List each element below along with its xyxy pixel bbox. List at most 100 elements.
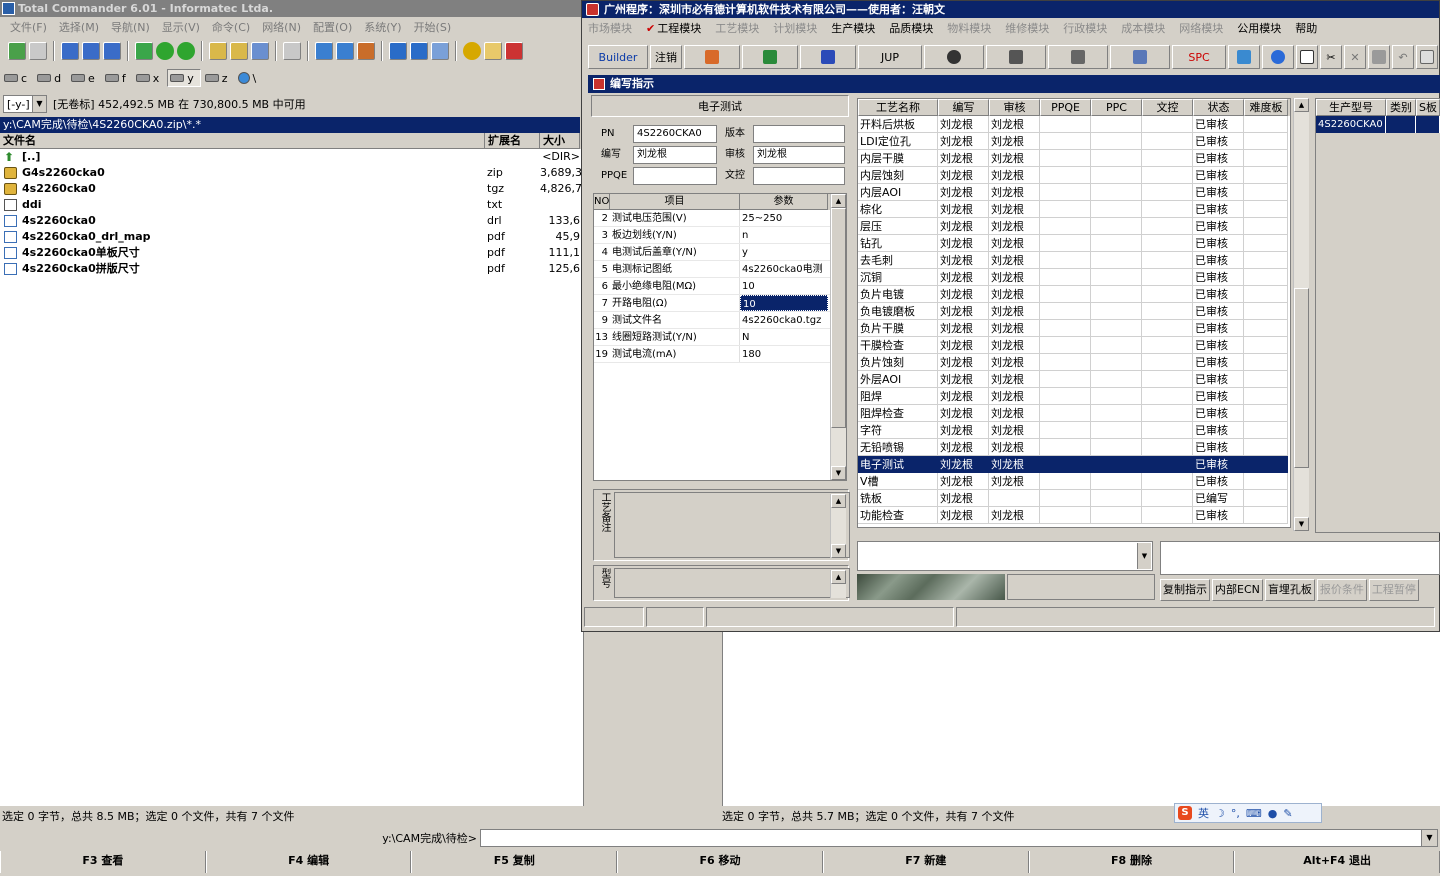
grid-row[interactable]: 铣板 刘龙根 已编写 bbox=[858, 490, 1290, 507]
erp-menu-item[interactable]: ✔ 工程模块 bbox=[646, 20, 701, 36]
param-value[interactable]: 4s2260cka0电测 bbox=[740, 261, 828, 277]
erp-menu-item[interactable]: 帮助 bbox=[1295, 20, 1317, 36]
grid-row[interactable]: 内层蚀刻 刘龙根 刘龙根 已审核 bbox=[858, 167, 1290, 184]
grid-row[interactable]: V槽 刘龙根 刘龙根 已审核 bbox=[858, 473, 1290, 490]
erp-menu-item[interactable]: 计划模块 bbox=[773, 20, 817, 36]
scroll-thumb[interactable] bbox=[1294, 288, 1309, 468]
param-value[interactable]: n bbox=[740, 227, 828, 243]
drive-button-y[interactable]: y bbox=[167, 69, 201, 87]
param-value[interactable]: 4s2260cka0.tgz bbox=[740, 312, 828, 328]
tree-view-icon[interactable] bbox=[103, 42, 121, 60]
eye-button[interactable] bbox=[924, 45, 984, 69]
grid-col-header[interactable]: PPQE bbox=[1040, 99, 1091, 116]
file-row[interactable]: 4s2260cka0拼版尺寸 pdf 125,6 bbox=[0, 261, 583, 277]
tab-button[interactable]: 报价条件 bbox=[1316, 579, 1367, 601]
database-button[interactable] bbox=[986, 45, 1046, 69]
brief-view-icon[interactable] bbox=[29, 42, 47, 60]
grid-col-header[interactable]: 文控 bbox=[1142, 99, 1193, 116]
right-text-box[interactable] bbox=[1160, 541, 1440, 575]
erp-menu-item[interactable]: 工艺模块 bbox=[715, 20, 759, 36]
sync-icon[interactable] bbox=[336, 42, 354, 60]
grid-row[interactable]: 负片干膜 刘龙根 刘龙根 已审核 bbox=[858, 320, 1290, 337]
computer-button[interactable] bbox=[1110, 45, 1170, 69]
ime-lang[interactable]: 英 bbox=[1198, 805, 1209, 821]
scroll-up-icon[interactable]: ▲ bbox=[831, 494, 846, 508]
swap-panels-icon[interactable] bbox=[135, 42, 153, 60]
grid-col-header[interactable]: 审核 bbox=[989, 99, 1040, 116]
file-list[interactable]: 文件名 扩展名 大小 ⬆ [..] <DIR> G4s2260cka0 zip 3,689… bbox=[0, 133, 584, 806]
punct-icon[interactable]: °, bbox=[1231, 807, 1240, 820]
builder-button[interactable]: Builder bbox=[588, 45, 648, 69]
erp-menu-item[interactable]: 行政模块 bbox=[1063, 20, 1107, 36]
param-row[interactable]: 5 电测标记图纸 4s2260cka0电测 bbox=[594, 261, 846, 278]
param-scrollbar[interactable]: ▲ ▼ bbox=[830, 194, 846, 480]
tc-menu-item[interactable]: 命令(C) bbox=[208, 19, 254, 35]
side-row[interactable]: 4S2260CKA0 bbox=[1316, 116, 1440, 133]
auditor-field[interactable]: 刘龙根 bbox=[753, 146, 845, 164]
col-header-ext[interactable]: 扩展名 bbox=[485, 133, 540, 149]
drive-button-e[interactable]: e bbox=[69, 69, 101, 87]
tab-button[interactable]: 内部ECN bbox=[1212, 579, 1263, 601]
tab-button[interactable]: 盲埋孔板 bbox=[1264, 579, 1315, 601]
param-value[interactable]: 10 bbox=[740, 278, 828, 294]
ppqe-field[interactable] bbox=[633, 167, 717, 185]
file-row[interactable]: 4s2260cka0_drl_map pdf 45,9 bbox=[0, 229, 583, 245]
note-scrollbar[interactable]: ▲ ▼ bbox=[830, 494, 846, 558]
moon-icon[interactable]: ☽ bbox=[1215, 807, 1225, 820]
exit-icon[interactable] bbox=[505, 42, 523, 60]
grid-row[interactable]: 去毛刺 刘龙根 刘龙根 已审核 bbox=[858, 252, 1290, 269]
grid-row[interactable]: 阻焊检查 刘龙根 刘龙根 已审核 bbox=[858, 405, 1290, 422]
scroll-thumb[interactable] bbox=[831, 208, 846, 428]
process-grid[interactable]: 工艺名称 编写 审核 PPQE PPC 文控 状态 难度板 开料后烘板 刘龙根 刘龙根 已审核 LDI… bbox=[857, 98, 1291, 528]
grid-row[interactable]: 负片电镀 刘龙根 刘龙根 已审核 bbox=[858, 286, 1290, 303]
fkey-button[interactable]: F8 删除 bbox=[1028, 851, 1235, 873]
user-icon[interactable]: ● bbox=[1268, 807, 1278, 820]
multi-rename-icon[interactable] bbox=[283, 42, 301, 60]
refresh-icon[interactable] bbox=[8, 42, 26, 60]
pack-icon[interactable] bbox=[209, 42, 227, 60]
grid-row[interactable]: 无铅喷锡 刘龙根 刘龙根 已审核 bbox=[858, 439, 1290, 456]
grid-row[interactable]: 沉铜 刘龙根 刘龙根 已审核 bbox=[858, 269, 1290, 286]
drive-button-x[interactable]: x bbox=[134, 69, 166, 87]
find-icon[interactable] bbox=[251, 42, 269, 60]
tools-button[interactable] bbox=[1048, 45, 1108, 69]
grid-row[interactable]: 外层AOI 刘龙根 刘龙根 已审核 bbox=[858, 371, 1290, 388]
grid-scrollbar[interactable]: ▲ ▼ bbox=[1293, 98, 1309, 531]
grid-row[interactable]: 功能检查 刘龙根 刘龙根 已审核 bbox=[858, 507, 1290, 524]
tc-menu-item[interactable]: 配置(O) bbox=[309, 19, 356, 35]
undo-button[interactable]: ↶ bbox=[1392, 45, 1414, 69]
keyboard-icon[interactable]: ⌨ bbox=[1246, 807, 1262, 820]
col-header-name[interactable]: 文件名 bbox=[0, 133, 485, 149]
current-path[interactable]: y:\CAM完成\待检\4S2260CKA0.zip\*.* bbox=[0, 117, 580, 133]
scroll-up-icon[interactable]: ▲ bbox=[831, 194, 846, 208]
tc-menu-item[interactable]: 开始(S) bbox=[410, 19, 456, 35]
grid-row[interactable]: LDI定位孔 刘龙根 刘龙根 已审核 bbox=[858, 133, 1290, 150]
erp-menu-item[interactable]: 公用模块 bbox=[1237, 20, 1281, 36]
tab-button[interactable]: 工程暂停 bbox=[1368, 579, 1419, 601]
file-row[interactable]: 4s2260cka0 drl 133,6 bbox=[0, 213, 583, 229]
back-icon[interactable] bbox=[156, 42, 174, 60]
param-value[interactable]: y bbox=[740, 244, 828, 260]
param-value[interactable]: 10 bbox=[740, 295, 828, 311]
grid-row[interactable]: 字符 刘龙根 刘龙根 已审核 bbox=[858, 422, 1290, 439]
version-field[interactable] bbox=[753, 125, 845, 143]
param-col-no[interactable]: NO bbox=[594, 194, 610, 210]
edit-icon[interactable] bbox=[410, 42, 428, 60]
wrench-icon[interactable]: ✎ bbox=[1283, 807, 1292, 820]
delete-button[interactable]: ✕ bbox=[1344, 45, 1366, 69]
drive-button-d[interactable]: d bbox=[35, 69, 67, 87]
grid-row[interactable]: 负片蚀刻 刘龙根 刘龙根 已审核 bbox=[858, 354, 1290, 371]
calc-button[interactable] bbox=[1228, 45, 1260, 69]
process-combo[interactable]: ▼ bbox=[857, 541, 1153, 571]
sogou-icon[interactable]: S bbox=[1178, 806, 1192, 820]
param-row[interactable]: 9 测试文件名 4s2260cka0.tgz bbox=[594, 312, 846, 329]
save-button[interactable] bbox=[1368, 45, 1390, 69]
file-row[interactable]: G4s2260cka0 zip 3,689,3 bbox=[0, 165, 583, 181]
fkey-button[interactable]: F4 编辑 bbox=[205, 851, 412, 873]
model-scrollbar[interactable]: ▲ bbox=[830, 570, 846, 598]
param-value[interactable]: 25~250 bbox=[740, 210, 828, 226]
grid-row[interactable]: 开料后烘板 刘龙根 刘龙根 已审核 bbox=[858, 116, 1290, 133]
tc-menu-item[interactable]: 文件(F) bbox=[6, 19, 51, 35]
fkey-button[interactable]: F5 复制 bbox=[411, 851, 618, 873]
tc-menu-item[interactable]: 显示(V) bbox=[158, 19, 204, 35]
